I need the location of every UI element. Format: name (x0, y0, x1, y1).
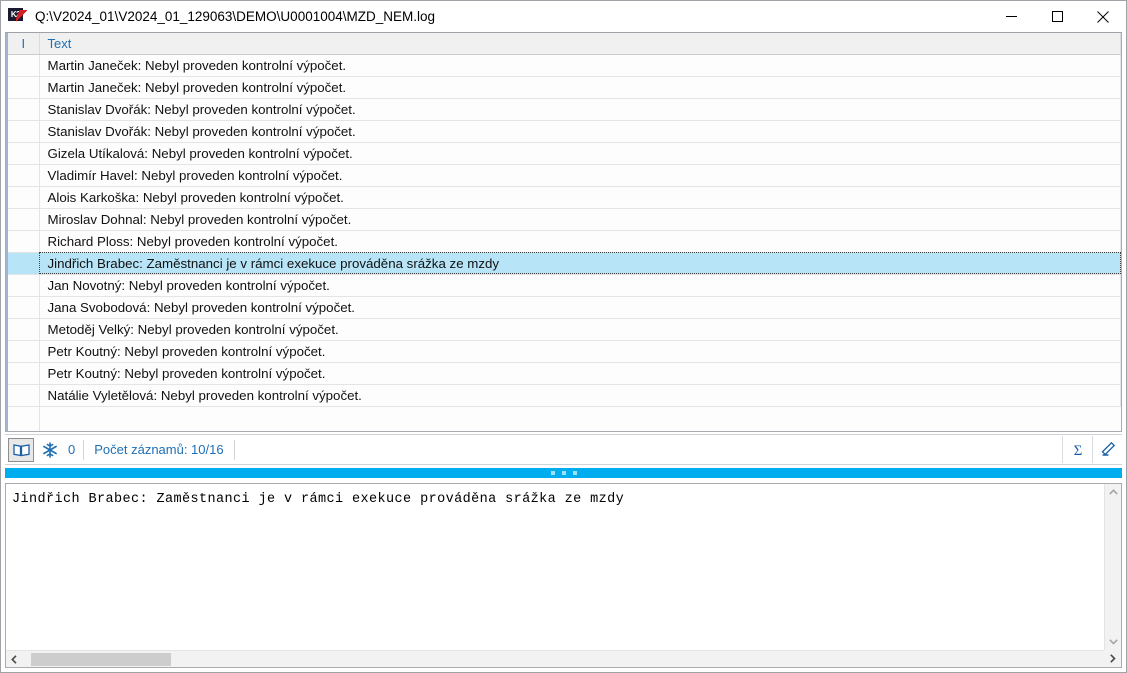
table-row[interactable]: Petr Koutný: Nebyl proveden kontrolní vý… (8, 340, 1121, 363)
cell-indicator (8, 230, 40, 253)
cell-indicator (8, 296, 40, 319)
cell-text[interactable]: Petr Koutný: Nebyl proveden kontrolní vý… (39, 340, 1121, 363)
table-row[interactable]: Natálie Vyletělová: Nebyl proveden kontr… (8, 384, 1121, 407)
cell-text[interactable]: Natálie Vyletělová: Nebyl proveden kontr… (39, 384, 1121, 407)
cell-indicator (8, 362, 40, 385)
table-row[interactable]: Vladimír Havel: Nebyl proveden kontrolní… (8, 164, 1121, 187)
title-bar: K2 Q:\V2024_01\V2024_01_129063\DEMO\U000… (1, 1, 1126, 32)
grid-header-row: I Text (8, 33, 1121, 55)
grid-empty-indicator (8, 406, 40, 431)
cell-indicator (8, 164, 40, 187)
cell-indicator (8, 186, 40, 209)
cell-indicator (8, 340, 40, 363)
horizontal-scroll-thumb[interactable] (31, 652, 171, 666)
cell-indicator (8, 208, 40, 231)
chevron-down-icon[interactable] (1105, 633, 1122, 650)
detail-vertical-scrollbar[interactable] (1104, 484, 1121, 650)
cell-text[interactable]: Martin Janeček: Nebyl proveden kontrolní… (39, 54, 1121, 77)
cell-indicator (8, 142, 40, 165)
snowflake-count: 0 (68, 442, 76, 457)
close-button[interactable] (1080, 1, 1126, 32)
k2-logo-icon: K2 (8, 7, 28, 26)
scrollbar-corner (1104, 650, 1121, 667)
cell-indicator (8, 54, 40, 77)
table-row[interactable]: Metoděj Velký: Nebyl proveden kontrolní … (8, 318, 1121, 341)
table-row[interactable]: Richard Ploss: Nebyl proveden kontrolní … (8, 230, 1121, 253)
maximize-button[interactable] (1034, 1, 1080, 32)
chevron-up-icon[interactable] (1105, 484, 1122, 501)
window-title: Q:\V2024_01\V2024_01_129063\DEMO\U000100… (35, 9, 436, 24)
table-row[interactable]: Alois Karkoška: Nebyl proveden kontrolní… (8, 186, 1121, 209)
table-row[interactable]: Stanislav Dvořák: Nebyl proveden kontrol… (8, 120, 1121, 143)
status-separator-2 (233, 439, 235, 460)
status-bar: 0 Počet záznamů: 10/16 Σ (5, 434, 1122, 465)
svg-text:Σ: Σ (1073, 443, 1082, 458)
cell-text[interactable]: Stanislav Dvořák: Nebyl proveden kontrol… (39, 120, 1121, 143)
table-row[interactable]: Jindřich Brabec: Zaměstnanci je v rámci … (8, 252, 1121, 275)
table-row[interactable]: Jan Novotný: Nebyl proveden kontrolní vý… (8, 274, 1121, 297)
record-count-label: Počet záznamů: 10/16 (94, 442, 224, 457)
detail-text-panel[interactable]: Jindřich Brabec: Zaměstnanci je v rámci … (5, 483, 1122, 668)
grid-empty-text (39, 406, 1121, 431)
cell-indicator (8, 252, 40, 275)
snowflake-icon[interactable] (38, 438, 62, 462)
chevron-right-icon[interactable] (1104, 650, 1121, 667)
table-row[interactable]: Gizela Utíkalová: Nebyl proveden kontrol… (8, 142, 1121, 165)
cell-text[interactable]: Petr Koutný: Nebyl proveden kontrolní vý… (39, 362, 1121, 385)
column-header-indicator[interactable]: I (8, 33, 40, 55)
table-row[interactable]: Stanislav Dvořák: Nebyl proveden kontrol… (8, 98, 1121, 121)
minimize-button[interactable] (988, 1, 1034, 32)
cell-indicator (8, 274, 40, 297)
detail-text[interactable]: Jindřich Brabec: Zaměstnanci je v rámci … (6, 484, 1103, 649)
open-book-icon[interactable] (8, 437, 34, 462)
table-row[interactable]: Jana Svobodová: Nebyl proveden kontrolní… (8, 296, 1121, 319)
cell-text[interactable]: Metoděj Velký: Nebyl proveden kontrolní … (39, 318, 1121, 341)
table-row[interactable]: Miroslav Dohnal: Nebyl proveden kontroln… (8, 208, 1121, 231)
cell-text[interactable]: Stanislav Dvořák: Nebyl proveden kontrol… (39, 98, 1121, 121)
table-row[interactable]: Petr Koutný: Nebyl proveden kontrolní vý… (8, 362, 1121, 385)
cell-text[interactable]: Alois Karkoška: Nebyl proveden kontrolní… (39, 186, 1121, 209)
cell-text[interactable]: Richard Ploss: Nebyl proveden kontrolní … (39, 230, 1121, 253)
grid-empty-area (8, 406, 1121, 431)
table-row[interactable]: Martin Janeček: Nebyl proveden kontrolní… (8, 54, 1121, 77)
detail-horizontal-scrollbar[interactable] (6, 650, 1104, 667)
cell-text[interactable]: Gizela Utíkalová: Nebyl proveden kontrol… (39, 142, 1121, 165)
table-row[interactable]: Martin Janeček: Nebyl proveden kontrolní… (8, 76, 1121, 99)
cell-text[interactable]: Jana Svobodová: Nebyl proveden kontrolní… (39, 296, 1121, 319)
sigma-sum-icon[interactable]: Σ (1062, 436, 1092, 463)
cell-indicator (8, 98, 40, 121)
cell-text[interactable]: Miroslav Dohnal: Nebyl proveden kontroln… (39, 208, 1121, 231)
column-header-text[interactable]: Text (39, 33, 1121, 55)
cell-text[interactable]: Jindřich Brabec: Zaměstnanci je v rámci … (39, 252, 1121, 275)
splitter-grip-icon[interactable] (5, 468, 1122, 478)
cell-indicator (8, 384, 40, 407)
log-viewer-window: K2 Q:\V2024_01\V2024_01_129063\DEMO\U000… (0, 0, 1127, 673)
cell-indicator (8, 318, 40, 341)
cell-indicator (8, 76, 40, 99)
cell-text[interactable]: Martin Janeček: Nebyl proveden kontrolní… (39, 76, 1121, 99)
cell-indicator (8, 120, 40, 143)
pencil-edit-icon[interactable] (1092, 436, 1122, 463)
log-grid[interactable]: I Text Martin Janeček: Nebyl proveden ko… (5, 32, 1122, 432)
cell-text[interactable]: Jan Novotný: Nebyl proveden kontrolní vý… (39, 274, 1121, 297)
cell-text[interactable]: Vladimír Havel: Nebyl proveden kontrolní… (39, 164, 1121, 187)
window-controls (988, 1, 1126, 32)
chevron-left-icon[interactable] (6, 651, 23, 668)
